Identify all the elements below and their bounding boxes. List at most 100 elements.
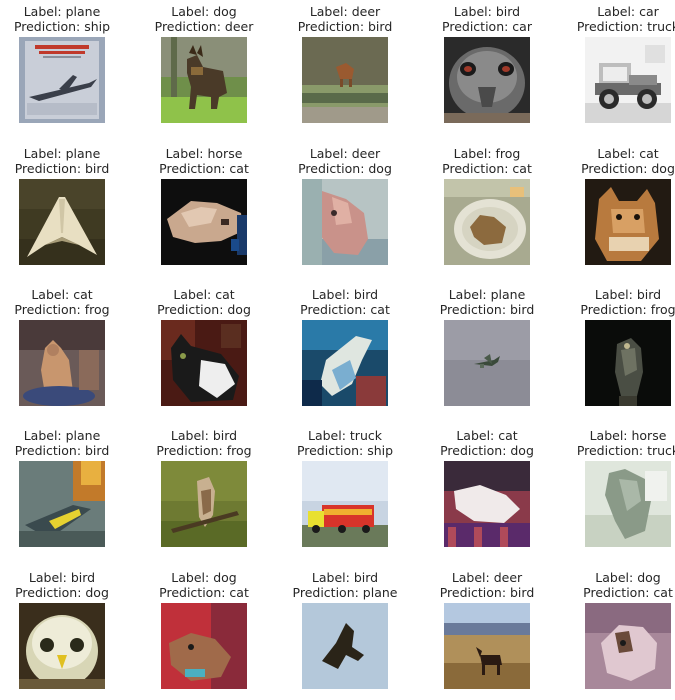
prediction-grid: Label: plane Prediction: ship Label: dog Pr…	[0, 0, 675, 696]
prediction-cell: Label: car Prediction: truck	[563, 4, 675, 134]
true-label-caption: Label: dog	[171, 4, 237, 19]
prediction-cell: Label: horse Prediction: truck	[563, 428, 675, 558]
true-label-caption: Label: bird	[311, 287, 379, 302]
prediction-cell: Label: bird Prediction: car	[422, 4, 552, 134]
sample-image	[585, 37, 671, 123]
true-label-caption: Label: bird	[594, 287, 662, 302]
prediction-cell: Label: plane Prediction: ship	[0, 4, 127, 134]
true-label-caption: Label: plane	[23, 146, 101, 161]
true-label-caption: Label: horse	[589, 428, 667, 443]
prediction-cell: Label: dog Prediction: cat	[139, 570, 269, 700]
true-label-caption: Label: plane	[448, 287, 526, 302]
sample-image	[302, 179, 388, 265]
sample-image	[161, 179, 247, 265]
prediction-cell: Label: cat Prediction: dog	[422, 428, 552, 558]
prediction-caption: Prediction: dog	[157, 302, 251, 317]
prediction-cell: Label: plane Prediction: bird	[0, 428, 127, 558]
sample-image	[161, 461, 247, 547]
prediction-caption: Prediction: bird	[297, 19, 393, 34]
prediction-cell: Label: cat Prediction: dog	[139, 287, 269, 417]
true-label-caption: Label: truck	[308, 428, 382, 443]
sample-image	[302, 37, 388, 123]
true-label-caption: Label: deer	[309, 4, 381, 19]
true-label-caption: Label: bird	[28, 570, 96, 585]
true-label-caption: Label: cat	[597, 146, 659, 161]
sample-image	[161, 37, 247, 123]
prediction-caption: Prediction: dog	[298, 161, 392, 176]
true-label-caption: Label: frog	[453, 146, 521, 161]
prediction-cell: Label: cat Prediction: dog	[563, 146, 675, 276]
prediction-caption: Prediction: dog	[15, 585, 109, 600]
true-label-caption: Label: plane	[23, 4, 101, 19]
sample-image	[302, 461, 388, 547]
true-label-caption: Label: plane	[23, 428, 101, 443]
sample-image	[585, 461, 671, 547]
prediction-caption: Prediction: truck	[576, 19, 675, 34]
prediction-cell: Label: cat Prediction: frog	[0, 287, 127, 417]
prediction-caption: Prediction: bird	[14, 161, 110, 176]
prediction-caption: Prediction: cat	[442, 161, 532, 176]
true-label-caption: Label: dog	[595, 570, 661, 585]
prediction-caption: Prediction: frog	[14, 302, 110, 317]
true-label-caption: Label: cat	[31, 287, 93, 302]
prediction-caption: Prediction: cat	[159, 585, 249, 600]
sample-image	[302, 320, 388, 406]
prediction-cell: Label: dog Prediction: deer	[139, 4, 269, 134]
prediction-cell: Label: bird Prediction: frog	[139, 428, 269, 558]
prediction-caption: Prediction: cat	[159, 161, 249, 176]
true-label-caption: Label: bird	[311, 570, 379, 585]
sample-image	[444, 37, 530, 123]
sample-image	[585, 603, 671, 689]
prediction-cell: Label: dog Prediction: cat	[563, 570, 675, 700]
prediction-caption: Prediction: frog	[156, 443, 252, 458]
prediction-cell: Label: bird Prediction: cat	[280, 287, 410, 417]
prediction-cell: Label: truck Prediction: ship	[280, 428, 410, 558]
prediction-cell: Label: horse Prediction: cat	[139, 146, 269, 276]
sample-image	[302, 603, 388, 689]
sample-image	[19, 179, 105, 265]
prediction-caption: Prediction: dog	[440, 443, 534, 458]
sample-image	[19, 320, 105, 406]
true-label-caption: Label: dog	[171, 570, 237, 585]
sample-image	[444, 179, 530, 265]
prediction-caption: Prediction: car	[442, 19, 532, 34]
prediction-caption: Prediction: dog	[581, 161, 675, 176]
prediction-cell: Label: bird Prediction: dog	[0, 570, 127, 700]
prediction-cell: Label: bird Prediction: frog	[563, 287, 675, 417]
true-label-caption: Label: bird	[170, 428, 238, 443]
prediction-cell: Label: deer Prediction: bird	[280, 4, 410, 134]
true-label-caption: Label: deer	[309, 146, 381, 161]
prediction-cell: Label: frog Prediction: cat	[422, 146, 552, 276]
prediction-caption: Prediction: deer	[154, 19, 254, 34]
prediction-caption: Prediction: bird	[439, 302, 535, 317]
sample-image	[19, 461, 105, 547]
prediction-cell: Label: deer Prediction: bird	[422, 570, 552, 700]
prediction-caption: Prediction: frog	[580, 302, 675, 317]
sample-image	[19, 603, 105, 689]
true-label-caption: Label: cat	[173, 287, 235, 302]
prediction-cell: Label: plane Prediction: bird	[0, 146, 127, 276]
sample-image	[444, 461, 530, 547]
true-label-caption: Label: bird	[453, 4, 521, 19]
prediction-cell: Label: bird Prediction: plane	[280, 570, 410, 700]
true-label-caption: Label: cat	[456, 428, 518, 443]
sample-image	[19, 37, 105, 123]
true-label-caption: Label: car	[597, 4, 659, 19]
sample-image	[444, 603, 530, 689]
sample-image	[161, 603, 247, 689]
prediction-cell: Label: plane Prediction: bird	[422, 287, 552, 417]
prediction-caption: Prediction: cat	[583, 585, 673, 600]
prediction-caption: Prediction: truck	[576, 443, 675, 458]
sample-image	[444, 320, 530, 406]
prediction-caption: Prediction: bird	[439, 585, 535, 600]
prediction-caption: Prediction: ship	[13, 19, 111, 34]
prediction-caption: Prediction: bird	[14, 443, 110, 458]
prediction-caption: Prediction: cat	[300, 302, 390, 317]
prediction-cell: Label: deer Prediction: dog	[280, 146, 410, 276]
true-label-caption: Label: horse	[165, 146, 243, 161]
sample-image	[585, 320, 671, 406]
prediction-caption: Prediction: plane	[292, 585, 398, 600]
prediction-caption: Prediction: ship	[296, 443, 394, 458]
sample-image	[161, 320, 247, 406]
true-label-caption: Label: deer	[451, 570, 523, 585]
